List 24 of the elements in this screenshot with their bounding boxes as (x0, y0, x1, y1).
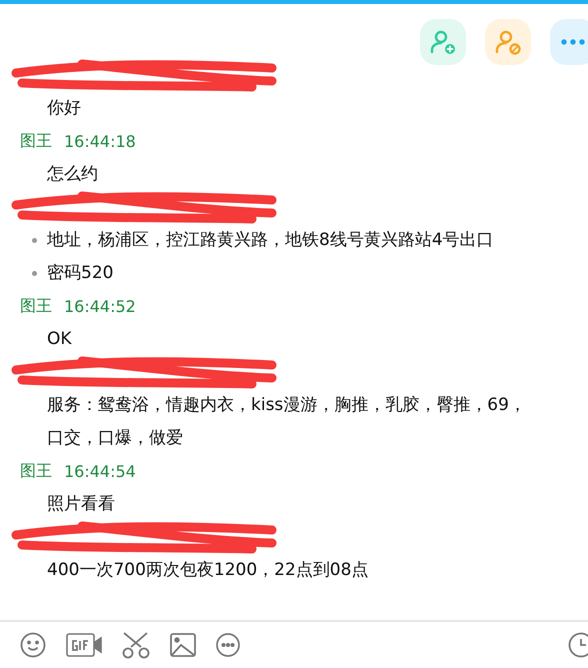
message-text: 照片看看 (47, 493, 116, 516)
add-person-icon (429, 28, 457, 56)
message-text: 密码520 (47, 262, 114, 285)
message-time: 16:44:18 (64, 132, 136, 151)
sender-name: 图王 (20, 461, 52, 482)
message-text: 地址，杨浦区，控江路黄兴路，地铁8线号黄兴路站4号出口 (47, 229, 495, 252)
emoji-icon[interactable] (20, 632, 46, 658)
more-icon (561, 39, 585, 45)
blocked-person-icon (494, 28, 522, 56)
message-text: 怎么约 (47, 163, 99, 186)
clock-icon[interactable] (568, 632, 588, 658)
more-icon[interactable] (216, 633, 240, 657)
scissors-icon[interactable] (122, 631, 150, 659)
message-text: 你好 (47, 97, 82, 120)
more-button[interactable] (550, 19, 588, 65)
image-icon[interactable] (170, 633, 196, 657)
message-text: OK (47, 328, 73, 351)
sender-name: 图王 (20, 296, 52, 317)
message-text: 服务：鸳鸯浴，情趣内衣，kiss漫游，胸推，乳胶，臀推，69，口交，口爆，做爱 (47, 394, 527, 450)
message-text: 400一次700两次包夜1200，22点到08点 (47, 559, 370, 582)
sender-name: 图王 (20, 131, 52, 152)
gif-icon[interactable] (66, 633, 102, 657)
message-time: 16:44:52 (64, 297, 136, 316)
message-time: 16:44:54 (64, 462, 136, 481)
